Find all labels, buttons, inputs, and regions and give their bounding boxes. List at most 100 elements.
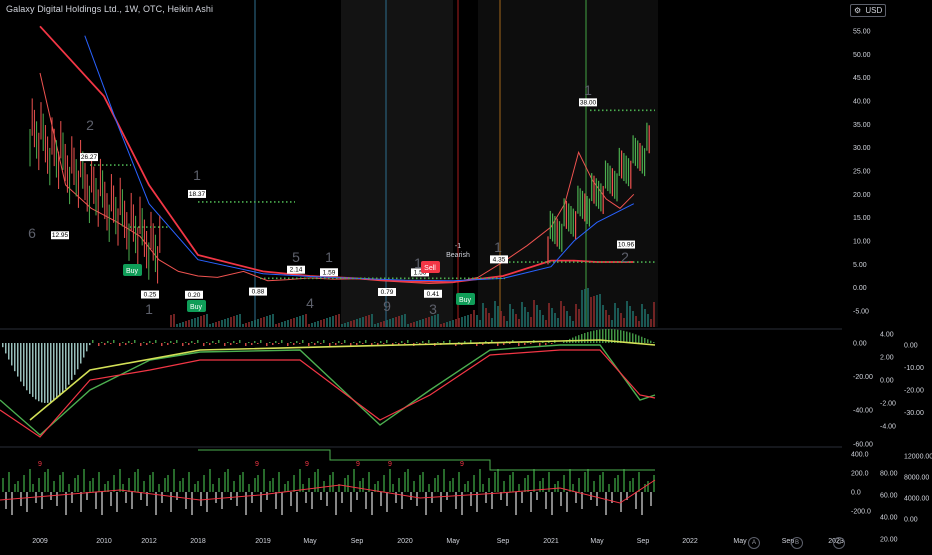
mom-axis-tick: 200.0 <box>851 471 869 478</box>
mom-bar <box>200 492 202 506</box>
volume-bar <box>254 320 256 327</box>
symbol-title[interactable]: Galaxy Digital Holdings Ltd., 1W, OTC, H… <box>6 4 213 14</box>
osc-histogram-bar <box>134 340 136 343</box>
x-axis-tick: 2009 <box>32 538 48 545</box>
osc-histogram-bar <box>170 341 172 343</box>
price-axis-tick: 40.00 <box>853 99 871 106</box>
mom-bar <box>419 475 421 492</box>
volume-bar <box>296 317 298 327</box>
x-axis-tick: 2022 <box>682 538 698 545</box>
osc-histogram-bar <box>422 341 424 343</box>
mom-bar <box>530 492 532 512</box>
mom-bar <box>125 492 127 503</box>
osc-histogram-bar <box>74 343 76 375</box>
osc-histogram-bar <box>353 342 355 343</box>
mom-bar <box>293 475 295 492</box>
mom-bar <box>584 472 586 492</box>
mom-bar <box>416 492 418 506</box>
gear-icon[interactable]: ⚙ <box>854 6 861 15</box>
mom-bar <box>227 469 229 492</box>
volume-bar <box>302 315 304 327</box>
mom-bar <box>59 475 61 492</box>
volume-bar <box>266 316 268 327</box>
annotation: 1 <box>325 249 333 265</box>
mom-bar <box>47 469 49 492</box>
footer-button-b[interactable]: B <box>791 537 803 549</box>
volume-bar <box>344 323 346 327</box>
mom-bar <box>23 475 25 492</box>
volume-bar <box>617 308 619 327</box>
mom-bar <box>386 492 388 512</box>
mom-bar <box>209 469 211 492</box>
osc-axis-tick-right: -10.00 <box>904 365 924 372</box>
volume-bar <box>194 318 196 327</box>
volume-bar <box>248 322 250 327</box>
osc-histogram-bar <box>362 343 364 344</box>
mom-bar <box>77 475 79 492</box>
volume-bar <box>581 290 583 327</box>
mom-bar <box>116 492 118 512</box>
x-axis-tick: 2021 <box>543 538 559 545</box>
mom-bar <box>617 475 619 492</box>
volume-bar <box>419 320 421 327</box>
osc-histogram-bar <box>167 343 169 345</box>
mom-bar <box>245 492 247 515</box>
osc-histogram-bar <box>5 343 7 354</box>
osc-histogram-bar <box>590 331 592 343</box>
osc-histogram-bar <box>428 340 430 343</box>
mom-bar <box>536 492 538 500</box>
osc-histogram-bar <box>56 343 58 399</box>
mom-bar <box>452 478 454 492</box>
mom-bar <box>272 478 274 492</box>
osc-histogram-bar <box>224 343 226 346</box>
mom-bar <box>8 472 10 492</box>
osc-histogram-bar <box>395 342 397 343</box>
osc-histogram-bar <box>248 342 250 343</box>
osc-histogram-bar <box>83 343 85 358</box>
mom-bar <box>629 481 631 492</box>
mom-bar <box>650 492 652 506</box>
volume-bar <box>449 321 451 327</box>
volume-bar <box>287 320 289 327</box>
volume-bar <box>275 324 277 327</box>
osc-histogram-bar <box>365 340 367 343</box>
mom-bar <box>110 492 112 506</box>
volume-bar <box>632 311 634 327</box>
volume-bar <box>497 306 499 327</box>
mom-bar <box>308 478 310 492</box>
signal-label: Buy <box>126 268 139 275</box>
volume-bar <box>278 323 280 327</box>
currency-badge[interactable]: ⚙ USD <box>850 4 887 17</box>
volume-bar <box>239 314 241 327</box>
volume-bar <box>635 316 637 327</box>
mom-bar <box>473 475 475 492</box>
mom-axis-tick-mid: 40.00 <box>880 515 898 522</box>
mom-marker: 9 <box>388 461 392 468</box>
volume-bar <box>602 305 604 327</box>
mom-bar <box>413 481 415 492</box>
osc-histogram-bar <box>503 343 505 345</box>
osc-axis-tick-left: -4.00 <box>880 424 896 431</box>
volume-bar <box>545 320 547 327</box>
mom-bar <box>32 484 34 492</box>
mom-bar <box>365 492 367 509</box>
volume-bar <box>377 323 379 327</box>
mom-marker: 9 <box>38 461 42 468</box>
volume-bar <box>323 319 325 327</box>
annotation: 1 <box>584 82 592 98</box>
volume-bar <box>641 304 643 327</box>
osc-histogram-bar <box>257 343 259 344</box>
volume-bar <box>455 319 457 327</box>
price-label: 26.27 <box>81 154 98 161</box>
mom-bar <box>218 478 220 492</box>
mom-bar <box>269 481 271 492</box>
osc-histogram-bar <box>2 343 4 348</box>
mom-axis-tick-right: 8000.00 <box>904 475 929 482</box>
footer-button-c[interactable]: C <box>833 537 845 549</box>
osc-axis-tick-right: 0.00 <box>904 343 918 350</box>
osc-histogram-bar <box>320 343 322 344</box>
mom-bar <box>578 478 580 492</box>
mom-bar <box>92 478 94 492</box>
volume-bar <box>404 314 406 327</box>
footer-button-a[interactable]: A <box>748 537 760 549</box>
